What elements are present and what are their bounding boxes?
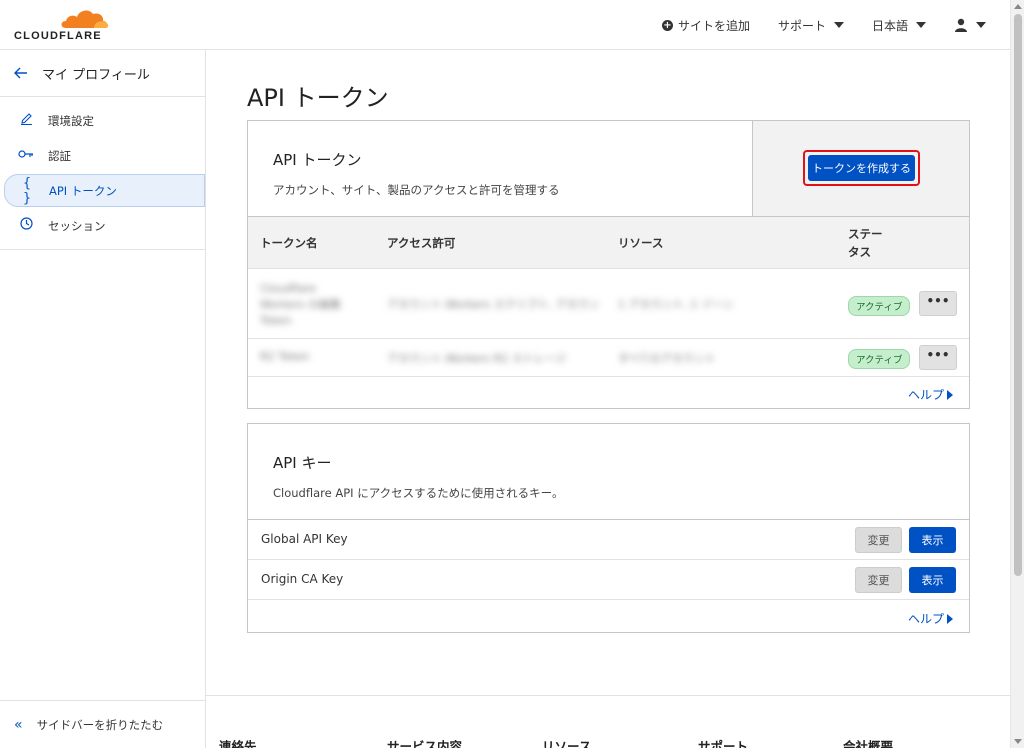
- token-name: Cloudflare Workers の編集 Token: [260, 282, 341, 327]
- column-header-resources: リソース: [618, 236, 664, 250]
- view-key-button[interactable]: 表示: [909, 567, 956, 593]
- change-key-button[interactable]: 変更: [855, 567, 902, 593]
- page-title: API トークン: [247, 84, 389, 112]
- footer-heading-contact: 連絡先: [219, 739, 257, 748]
- api-tokens-card-header: API トークン アカウント、サイト、製品のアクセスと許可を管理する トークンを…: [248, 121, 969, 217]
- create-token-panel: トークンを作成する: [752, 121, 969, 216]
- status-badge: アクティブ: [848, 296, 911, 316]
- vertical-scrollbar[interactable]: [1010, 0, 1024, 748]
- double-chevron-left-icon: «: [14, 716, 23, 733]
- footer-heading-about: 会社概要: [843, 739, 894, 748]
- arrow-left-icon: [14, 67, 27, 79]
- token-name: R2 Token: [260, 350, 310, 363]
- clock-icon: [18, 217, 34, 234]
- sidebar-item-sessions[interactable]: セッション: [0, 209, 205, 242]
- top-nav: + サイトを追加 サポート 日本語: [661, 0, 986, 50]
- logo-wordmark: CLOUDFLARE: [14, 30, 102, 42]
- back-label: マイ プロフィール: [42, 67, 150, 83]
- add-site-button[interactable]: + サイトを追加: [661, 17, 750, 34]
- card-description: Cloudflare API にアクセスするために使用されるキー。: [273, 486, 564, 500]
- pencil-icon: [18, 112, 34, 129]
- main-content: API トークン API トークン アカウント、サイト、製品のアクセスと許可を管…: [206, 50, 1010, 748]
- scrollbar-thumb[interactable]: [1014, 14, 1022, 576]
- sidebar-item-label: セッション: [48, 218, 106, 233]
- highlight-outline: トークンを作成する: [803, 150, 920, 186]
- sidebar-item-authentication[interactable]: 認証: [0, 139, 205, 172]
- key-icon: [18, 148, 34, 163]
- tokens-table-header: トークン名 アクセス許可 リソース ステータス: [248, 217, 969, 269]
- more-options-button[interactable]: •••: [919, 291, 957, 316]
- help-link[interactable]: ヘルプ: [908, 386, 953, 403]
- chevron-down-icon: [976, 22, 986, 28]
- token-permissions: アカウント.Workers R2 ストレージ: [387, 352, 567, 365]
- scroll-up-arrow-icon[interactable]: [1014, 4, 1022, 9]
- sidebar-item-api-tokens[interactable]: { } API トークン: [4, 174, 205, 207]
- help-label: ヘルプ: [907, 388, 944, 402]
- status-badge: アクティブ: [848, 349, 911, 369]
- card-description: アカウント、サイト、製品のアクセスと許可を管理する: [273, 183, 560, 197]
- more-options-button[interactable]: •••: [919, 345, 957, 370]
- cloud-logo-icon: [61, 10, 109, 29]
- sidebar: マイ プロフィール 環境設定 認証 { } API トークン セッション « サ…: [0, 50, 206, 748]
- collapse-label: サイドバーを折りたたむ: [36, 717, 164, 732]
- api-tokens-card: API トークン アカウント、サイト、製品のアクセスと許可を管理する トークンを…: [247, 120, 970, 409]
- table-row: R2 Token アカウント.Workers R2 ストレージ すべてのアカウン…: [248, 339, 969, 377]
- sidebar-item-label: 認証: [48, 148, 71, 163]
- column-header-permissions: アクセス許可: [387, 236, 456, 250]
- footer: 連絡先 サービス内容 リソース サポート 会社概要: [206, 695, 1010, 748]
- api-key-label: Origin CA Key: [261, 572, 344, 586]
- create-token-button[interactable]: トークンを作成する: [808, 155, 915, 181]
- language-label: 日本語: [871, 18, 908, 33]
- column-header-status: ステータス: [848, 227, 883, 259]
- card-title: API キー: [273, 454, 332, 472]
- sidebar-item-preferences[interactable]: 環境設定: [0, 104, 205, 137]
- api-keys-card: API キー Cloudflare API にアクセスするために使用されるキー。…: [247, 423, 970, 633]
- table-row: Cloudflare Workers の編集 Token アカウント.Worke…: [248, 269, 969, 339]
- triangle-right-icon: [947, 613, 953, 624]
- back-to-profile[interactable]: マイ プロフィール: [0, 50, 205, 97]
- api-key-row: Origin CA Key 変更 表示: [248, 560, 969, 600]
- scroll-down-arrow-icon[interactable]: [1014, 739, 1022, 744]
- view-key-button[interactable]: 表示: [909, 527, 956, 553]
- language-menu[interactable]: 日本語: [872, 17, 926, 34]
- plus-circle-icon: +: [661, 19, 673, 31]
- sidebar-item-label: API トークン: [49, 183, 117, 198]
- help-link[interactable]: ヘルプ: [908, 610, 953, 627]
- sidebar-nav: 環境設定 認証 { } API トークン セッション: [0, 97, 205, 250]
- add-site-label: サイトを追加: [677, 18, 750, 33]
- token-permissions: アカウント.Workers スクリプト, アカウント…: [387, 298, 602, 311]
- footer-heading-resources: リソース: [542, 739, 592, 748]
- card-title: API トークン: [273, 151, 362, 169]
- cloudflare-logo[interactable]: CLOUDFLARE: [14, 6, 109, 46]
- braces-icon: { }: [22, 175, 32, 206]
- footer-heading-support: サポート: [698, 739, 749, 748]
- user-menu[interactable]: [954, 18, 986, 32]
- footer-heading-services: サービス内容: [387, 739, 463, 748]
- user-icon: [955, 18, 967, 32]
- triangle-right-icon: [947, 389, 953, 400]
- api-key-label: Global API Key: [261, 532, 348, 546]
- column-header-token-name: トークン名: [260, 236, 318, 250]
- support-menu[interactable]: サポート: [778, 17, 844, 34]
- api-key-row: Global API Key 変更 表示: [248, 520, 969, 560]
- api-keys-card-header: API キー Cloudflare API にアクセスするために使用されるキー。: [248, 424, 969, 520]
- top-header: CLOUDFLARE + サイトを追加 サポート 日本語: [0, 0, 1010, 50]
- change-key-button[interactable]: 変更: [855, 527, 902, 553]
- chevron-down-icon: [916, 22, 926, 28]
- sidebar-item-label: 環境設定: [48, 113, 94, 128]
- collapse-sidebar-button[interactable]: « サイドバーを折りたたむ: [0, 700, 205, 748]
- token-resources: すべてのアカウント: [618, 352, 716, 365]
- help-label: ヘルプ: [907, 612, 944, 626]
- chevron-down-icon: [833, 22, 844, 28]
- support-label: サポート: [777, 18, 826, 33]
- token-resources: 1 アカウント, 1 ゾーン: [618, 298, 734, 311]
